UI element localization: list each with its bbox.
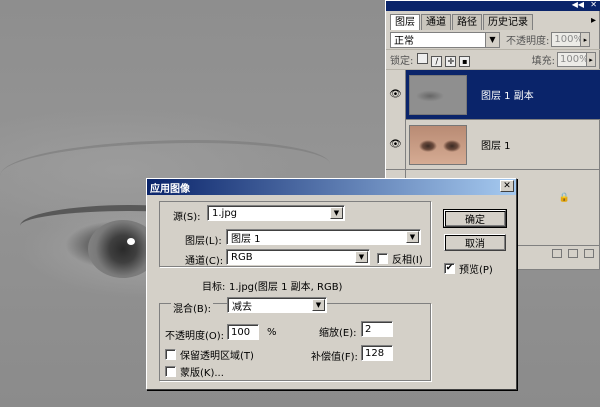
offset-label: 补偿值(F): <box>311 352 358 363</box>
source-value: 1.jpg <box>212 207 238 219</box>
offset-input[interactable]: 128 <box>361 345 393 361</box>
blending-value: 减去 <box>232 301 252 313</box>
mask-box[interactable] <box>165 366 176 377</box>
preserve-transparency-box[interactable] <box>165 349 176 360</box>
preview-checkbox[interactable]: ✔ 预览(P) <box>444 261 493 276</box>
lock-paint-icon[interactable]: / <box>431 55 443 67</box>
dialog-title: 应用图像 <box>150 183 190 195</box>
blending-select[interactable]: 减去 ▼ <box>227 297 327 313</box>
scale-input[interactable]: 2 <box>361 321 393 337</box>
channel-label: 通道(C): <box>185 256 224 267</box>
scale-label: 缩放(E): <box>319 328 357 339</box>
dialog-titlebar[interactable]: 应用图像 ✕ <box>147 179 516 195</box>
close-icon[interactable]: ✕ <box>500 180 514 192</box>
layer-select[interactable]: 图层 1 ▼ <box>226 229 421 245</box>
mask-label: 蒙版(K)... <box>180 368 224 379</box>
chevron-down-icon: ▼ <box>485 32 499 47</box>
blend-row: 正常 ▼ 不透明度: 100% ▸ <box>386 30 600 50</box>
lock-all-icon[interactable]: ▪ <box>459 55 471 67</box>
panel-tabs: 图层 通道 路径 历史记录 ▸ <box>386 14 600 30</box>
preview-box[interactable]: ✔ <box>444 263 455 274</box>
lock-icon: 🔒 <box>558 193 570 203</box>
layer-label: 图层(L): <box>185 236 222 247</box>
fill-arrow-icon[interactable]: ▸ <box>587 52 596 67</box>
delete-layer-icon[interactable] <box>584 248 594 258</box>
lock-transparency-icon[interactable] <box>417 52 429 64</box>
tab-layers[interactable]: 图层 <box>390 14 420 30</box>
channel-value: RGB <box>231 251 253 263</box>
source-select[interactable]: 1.jpg ▼ <box>207 205 345 221</box>
fill-label: 填充: <box>531 56 555 67</box>
close-icon[interactable]: ✕ <box>590 0 597 9</box>
new-group-icon[interactable] <box>552 248 562 258</box>
opacity-label: 不透明度: <box>506 36 550 47</box>
chevron-down-icon: ▼ <box>406 231 419 243</box>
source-label: 源(S): <box>173 212 201 223</box>
target-value: 1.jpg(图层 1 副本, RGB) <box>229 282 343 293</box>
lock-row: 锁定: / ✛ ▪ 填充: 100% ▸ <box>386 50 600 70</box>
invert-box[interactable] <box>377 253 388 264</box>
fill-field[interactable]: 100% <box>557 52 589 67</box>
chevron-down-icon: ▼ <box>355 251 368 263</box>
opacity-unit: % <box>267 327 277 338</box>
opacity-field[interactable]: 100% <box>551 32 583 47</box>
eye-icon[interactable]: 👁 <box>386 69 406 120</box>
opacity-input[interactable]: 100 <box>227 324 259 340</box>
lock-move-icon[interactable]: ✛ <box>445 55 457 67</box>
layer-value: 图层 1 <box>231 233 261 245</box>
tab-paths[interactable]: 路径 <box>452 14 482 30</box>
layer-name: 图层 1 副本 <box>481 91 534 102</box>
eye-icon[interactable]: 👁 <box>386 119 406 170</box>
blend-mode-select[interactable]: 正常 ▼ <box>390 31 500 48</box>
panel-menu-icon[interactable]: ▸ <box>591 14 596 30</box>
invert-checkbox[interactable]: 反相(I) <box>377 251 423 266</box>
layer-thumbnail <box>409 124 467 165</box>
new-layer-icon[interactable] <box>568 248 578 258</box>
cancel-button[interactable]: 取消 <box>444 234 506 251</box>
blending-label: 混合(B): <box>171 300 214 315</box>
mask-checkbox[interactable]: 蒙版(K)... <box>165 364 224 379</box>
channel-select[interactable]: RGB ▼ <box>226 249 370 265</box>
preserve-transparency-label: 保留透明区域(T) <box>180 351 254 362</box>
layer-name: 图层 1 <box>481 141 511 152</box>
chevron-down-icon: ▼ <box>330 207 343 219</box>
layer-row-copy[interactable]: 👁 图层 1 副本 <box>386 69 600 120</box>
layer-row-1[interactable]: 👁 图层 1 <box>386 119 600 170</box>
apply-image-dialog: 应用图像 ✕ 源(S): 1.jpg ▼ 图层(L): 图层 1 ▼ 通道(C)… <box>146 178 517 390</box>
collapse-icon[interactable]: ◀◀ <box>572 0 584 9</box>
opacity-arrow-icon[interactable]: ▸ <box>581 32 591 47</box>
tab-history[interactable]: 历史记录 <box>483 14 533 30</box>
lock-label: 锁定: <box>390 56 414 67</box>
blend-mode-value: 正常 <box>394 36 414 47</box>
chevron-down-icon: ▼ <box>312 299 325 311</box>
eye-highlight <box>127 238 135 245</box>
ok-button[interactable]: 确定 <box>443 209 507 228</box>
lock-icons: / ✛ ▪ <box>417 52 473 67</box>
panel-titlebar[interactable]: ◀◀ ✕ <box>386 0 600 11</box>
tab-channels[interactable]: 通道 <box>421 14 451 30</box>
preserve-transparency-checkbox[interactable]: 保留透明区域(T) <box>165 347 254 362</box>
opacity-label: 不透明度(O): <box>165 331 225 342</box>
preview-label: 预览(P) <box>459 265 493 276</box>
target-label: 目标: <box>202 282 226 293</box>
invert-label: 反相(I) <box>392 255 423 266</box>
layer-thumbnail <box>409 74 467 115</box>
